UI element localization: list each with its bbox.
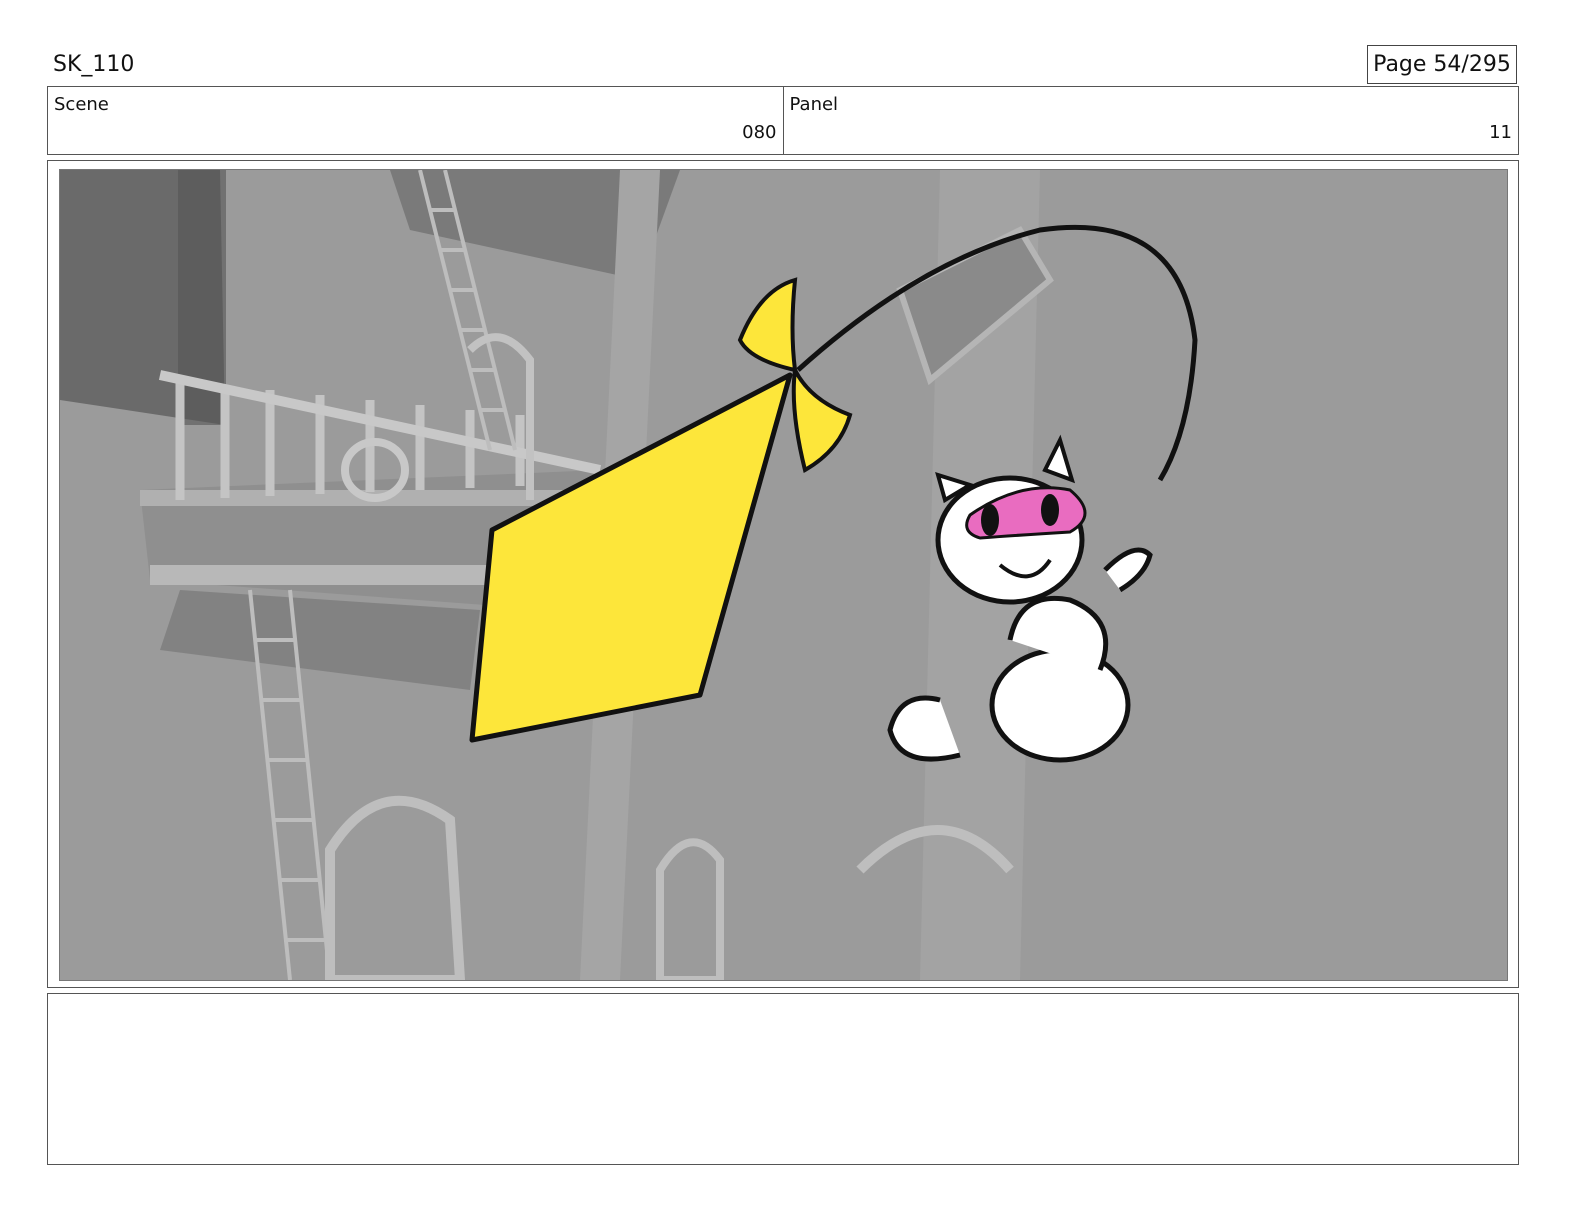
scene-number: 080 xyxy=(742,122,777,143)
project-title: SK_110 xyxy=(53,52,135,77)
storyboard-panel-frame xyxy=(47,160,1519,988)
panel-number: 11 xyxy=(1489,122,1512,143)
page-number: Page 54/295 xyxy=(1367,45,1517,84)
scene-label: Scene xyxy=(54,94,109,115)
panel-cell: Panel 11 xyxy=(782,87,1519,154)
storyboard-panel-image xyxy=(59,169,1508,981)
panel-label: Panel xyxy=(789,94,839,115)
panel-illustration xyxy=(60,170,1507,980)
scene-cell: Scene 080 xyxy=(48,87,783,154)
panel-notes-box xyxy=(47,993,1519,1165)
scene-panel-info: Scene 080 Panel 11 xyxy=(47,86,1519,155)
